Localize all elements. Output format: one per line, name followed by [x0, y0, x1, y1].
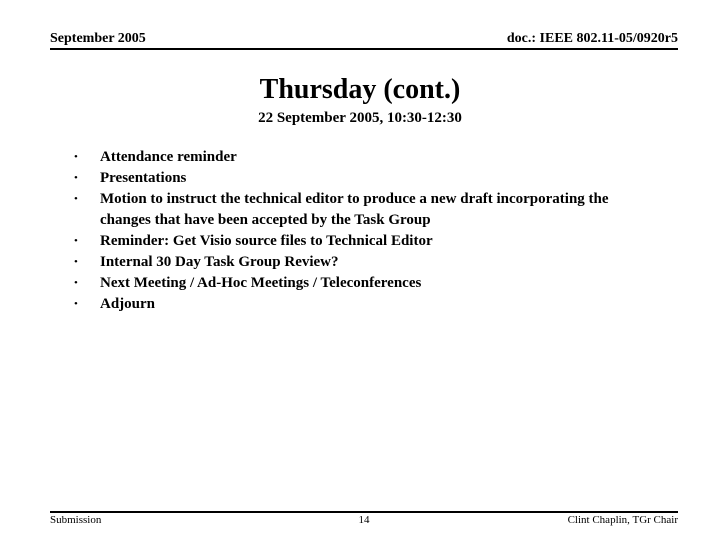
list-item: Presentations [72, 168, 652, 189]
slide: September 2005 doc.: IEEE 802.11-05/0920… [0, 0, 720, 540]
list-item: Motion to instruct the technical editor … [72, 189, 652, 230]
list-item: Reminder: Get Visio source files to Tech… [72, 231, 652, 252]
agenda-list: Attendance reminder Presentations Motion… [72, 147, 652, 315]
footer-author: Clint Chaplin, TGr Chair [567, 514, 678, 526]
header-date: September 2005 [50, 31, 146, 46]
page-title: Thursday (cont.) [259, 74, 461, 105]
slide-footer: Submission 14 Clint Chaplin, TGr Chair [50, 513, 678, 529]
list-item: Next Meeting / Ad-Hoc Meetings / Telecon… [72, 273, 652, 294]
list-item: Attendance reminder [72, 147, 652, 168]
list-item: Internal 30 Day Task Group Review? [72, 252, 652, 273]
list-item: Adjourn [72, 294, 652, 315]
page-subtitle: 22 September 2005, 10:30-12:30 [258, 110, 462, 126]
header-document-id: doc.: IEEE 802.11-05/0920r5 [506, 31, 678, 46]
header-divider [50, 48, 678, 50]
slide-header: September 2005 doc.: IEEE 802.11-05/0920… [50, 30, 678, 50]
